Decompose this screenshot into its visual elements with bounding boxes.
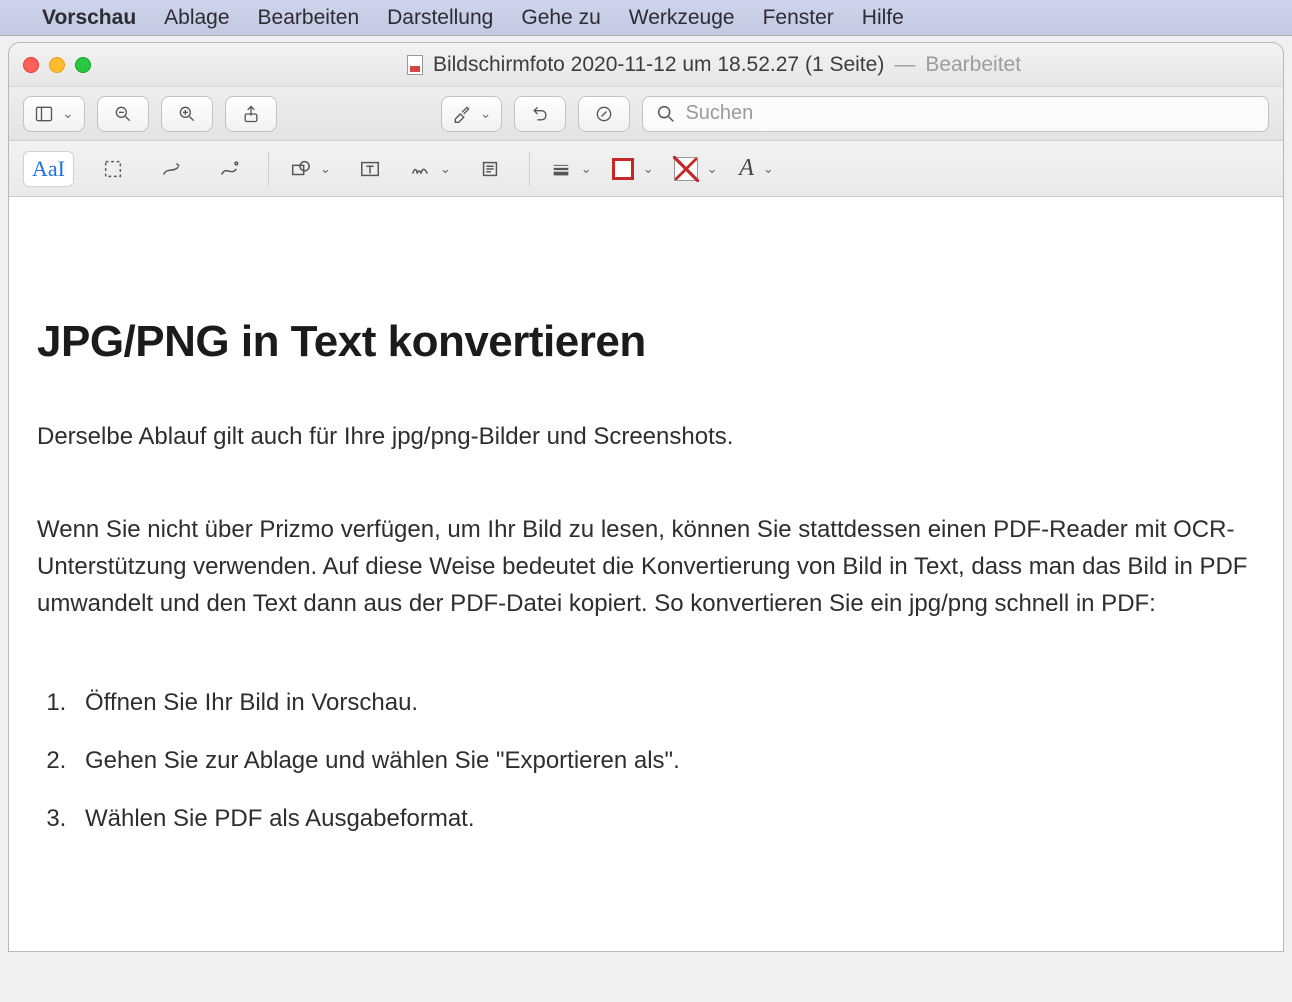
close-window-button[interactable] [23, 57, 39, 73]
chevron-down-icon: ⌄ [320, 161, 331, 177]
document-heading: JPG/PNG in Text konvertieren [37, 317, 1255, 367]
text-box-tool[interactable] [351, 151, 389, 187]
zoom-in-button[interactable] [161, 96, 213, 132]
window-titlebar: Bildschirmfoto 2020-11-12 um 18.52.27 (1… [9, 43, 1283, 87]
sketch-tool[interactable] [152, 151, 190, 187]
title-separator: — [894, 53, 915, 77]
search-field[interactable]: Suchen [642, 96, 1269, 132]
sign-tool[interactable]: ⌄ [409, 151, 451, 187]
menu-darstellung[interactable]: Darstellung [387, 6, 493, 30]
toolbar-separator [529, 152, 530, 186]
line-weight-icon [550, 158, 572, 180]
chevron-down-icon: ⌄ [707, 161, 718, 177]
menu-fenster[interactable]: Fenster [763, 6, 834, 30]
menubar-app-name[interactable]: Vorschau [42, 6, 136, 30]
font-style-picker[interactable]: A ⌄ [738, 151, 776, 187]
rectangular-selection-tool[interactable] [94, 151, 132, 187]
list-item: Wählen Sie PDF als Ausgabeformat. [73, 805, 1255, 833]
menu-hilfe[interactable]: Hilfe [862, 6, 904, 30]
fill-color-swatch-icon [674, 157, 698, 181]
document-body-paragraph: Wenn Sie nicht über Prizmo verfügen, um … [37, 511, 1255, 623]
signature-icon [409, 158, 431, 180]
share-icon [241, 104, 261, 124]
chevron-down-icon: ⌄ [440, 161, 451, 177]
main-toolbar: ⌄ ⌄ Suchen [9, 87, 1283, 141]
document-steps-list: Öffnen Sie Ihr Bild in Vorschau. Gehen S… [37, 689, 1255, 833]
sidebar-icon [34, 104, 54, 124]
document-viewport[interactable]: JPG/PNG in Text konvertieren Derselbe Ab… [9, 197, 1283, 951]
highlighter-icon [452, 104, 472, 124]
chevron-down-icon: ⌄ [62, 105, 74, 122]
text-tool-label: AaI [32, 156, 65, 182]
draw-icon [218, 158, 240, 180]
sketch-icon [160, 158, 182, 180]
menu-ablage[interactable]: Ablage [164, 6, 229, 30]
markup-toggle-button[interactable] [578, 96, 630, 132]
app-window: Bildschirmfoto 2020-11-12 um 18.52.27 (1… [8, 42, 1284, 952]
fullscreen-window-button[interactable] [75, 57, 91, 73]
list-item: Gehen Sie zur Ablage und wählen Sie "Exp… [73, 747, 1255, 775]
border-color-swatch-icon [612, 158, 634, 180]
document-lead-paragraph: Derselbe Ablauf gilt auch für Ihre jpg/p… [37, 423, 1255, 451]
zoom-out-button[interactable] [97, 96, 149, 132]
shapes-tool[interactable]: ⌄ [289, 151, 331, 187]
draw-tool[interactable] [210, 151, 248, 187]
list-item: Öffnen Sie Ihr Bild in Vorschau. [73, 689, 1255, 717]
markup-pen-icon [594, 104, 614, 124]
menu-bearbeiten[interactable]: Bearbeiten [258, 6, 360, 30]
rotate-button[interactable] [514, 96, 566, 132]
search-icon [655, 103, 677, 125]
minimize-window-button[interactable] [49, 57, 65, 73]
window-title-text: Bildschirmfoto 2020-11-12 um 18.52.27 (1… [433, 53, 884, 77]
chevron-down-icon: ⌄ [643, 161, 654, 177]
search-placeholder: Suchen [685, 102, 753, 125]
menu-gehe-zu[interactable]: Gehe zu [521, 6, 600, 30]
text-selection-tool[interactable]: AaI [23, 151, 74, 187]
menu-werkzeuge[interactable]: Werkzeuge [629, 6, 735, 30]
share-button[interactable] [225, 96, 277, 132]
chevron-down-icon: ⌄ [581, 161, 592, 177]
marquee-icon [102, 158, 124, 180]
document-proxy-icon[interactable] [407, 55, 423, 75]
border-color-picker[interactable]: ⌄ [612, 151, 654, 187]
font-style-label: A [739, 155, 754, 182]
text-box-icon [359, 158, 381, 180]
note-icon [479, 158, 501, 180]
rotate-left-icon [530, 104, 550, 124]
window-title-group: Bildschirmfoto 2020-11-12 um 18.52.27 (1… [221, 53, 1207, 77]
chevron-down-icon: ⌄ [480, 105, 492, 122]
toolbar-separator [268, 152, 269, 186]
window-traffic-lights [23, 57, 91, 73]
border-style-picker[interactable]: ⌄ [550, 151, 592, 187]
shapes-icon [289, 158, 311, 180]
sidebar-toggle-button[interactable]: ⌄ [23, 96, 85, 132]
macos-menubar: Vorschau Ablage Bearbeiten Darstellung G… [0, 0, 1292, 36]
fill-color-picker[interactable]: ⌄ [674, 151, 718, 187]
zoom-out-icon [113, 104, 133, 124]
note-tool[interactable] [471, 151, 509, 187]
window-edited-label: Bearbeitet [925, 53, 1021, 77]
markup-toolbar: AaI ⌄ ⌄ ⌄ [9, 141, 1283, 197]
highlight-button[interactable]: ⌄ [441, 96, 503, 132]
chevron-down-icon: ⌄ [763, 161, 774, 177]
zoom-in-icon [177, 104, 197, 124]
